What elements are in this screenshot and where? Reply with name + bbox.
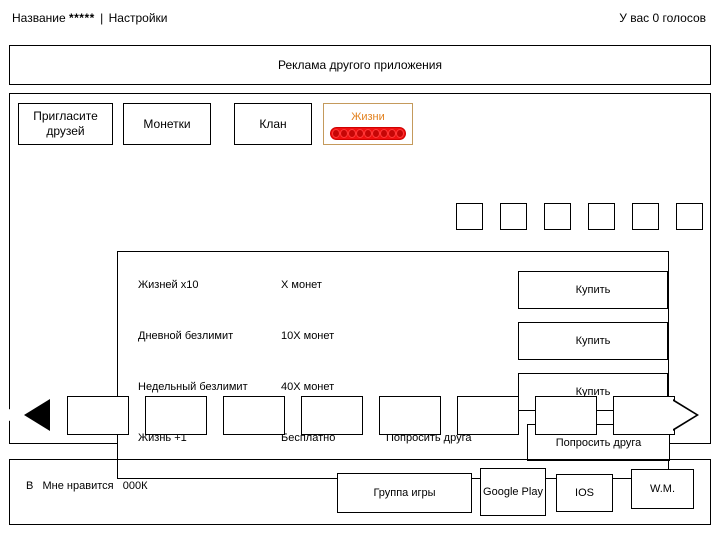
offer-name: Жизней х10 <box>138 279 199 291</box>
wm-button-label: W.M. <box>649 483 676 495</box>
lives-meter-icon <box>330 126 406 140</box>
main-frame: Пригласите друзей Монетки Клан Жизни Жиз… <box>0 93 711 479</box>
tab-lives-label: Жизни <box>351 110 385 123</box>
carousel-cell[interactable] <box>535 396 597 435</box>
triangle-left-icon[interactable] <box>0 399 50 431</box>
ad-banner-text: Реклама другого приложения <box>278 58 442 72</box>
google-play-button[interactable]: Google Play <box>480 468 546 516</box>
triangle-right-icon[interactable] <box>673 399 699 431</box>
wm-button[interactable]: W.M. <box>631 469 694 509</box>
footer-bar: В Мне нравится 000К Группа игры Google P… <box>9 459 711 525</box>
tab-invite-friends[interactable]: Пригласите друзей <box>18 103 113 145</box>
votes-balance: У вас 0 голосов <box>619 11 706 25</box>
slot-square-1[interactable] <box>456 203 483 230</box>
game-group-button-label: Группа игры <box>373 487 436 499</box>
tab-invite-friends-label: Пригласите друзей <box>33 109 98 138</box>
carousel <box>0 393 703 438</box>
title-bar: Название ***** | Настройки У вас 0 голос… <box>0 0 720 36</box>
offer-price: 40Х монет <box>281 381 335 393</box>
rating-stars: ***** <box>68 11 95 25</box>
offer-row: Жизней х10 Х монет Купить <box>118 263 668 314</box>
offers-panel: Жизней х10 Х монет Купить Дневной безлим… <box>117 251 670 479</box>
slot-square-3[interactable] <box>544 203 571 230</box>
ios-button[interactable]: IOS <box>556 474 613 512</box>
app-name: Название <box>12 11 66 25</box>
carousel-cell[interactable] <box>379 396 441 435</box>
google-play-button-label: Google Play <box>483 486 543 498</box>
carousel-cell[interactable] <box>457 396 519 435</box>
offer-price: 10Х монет <box>281 330 335 342</box>
carousel-cell[interactable] <box>145 396 207 435</box>
carousel-cell[interactable] <box>223 396 285 435</box>
ad-banner[interactable]: Реклама другого приложения <box>9 45 711 85</box>
app-title-group: Название ***** | Настройки <box>12 11 167 25</box>
offer-price: Х монет <box>281 279 322 291</box>
carousel-cell[interactable] <box>67 396 129 435</box>
like-label: Мне нравится <box>42 480 114 492</box>
carousel-cell[interactable] <box>301 396 363 435</box>
slot-square-4[interactable] <box>588 203 615 230</box>
offer-name: Недельный безлимит <box>138 381 248 393</box>
slot-square-5[interactable] <box>632 203 659 230</box>
tab-coins[interactable]: Монетки <box>123 103 211 145</box>
carousel-cell[interactable] <box>613 396 675 435</box>
offer-buy-button-label: Купить <box>575 335 611 347</box>
tab-clan[interactable]: Клан <box>234 103 312 145</box>
slot-square-2[interactable] <box>500 203 527 230</box>
tab-coins-label: Монетки <box>143 116 191 131</box>
game-group-button[interactable]: Группа игры <box>337 473 472 513</box>
tab-lives[interactable]: Жизни <box>323 103 413 145</box>
ios-button-label: IOS <box>575 487 594 499</box>
offer-buy-button[interactable]: Купить <box>518 271 668 309</box>
offer-row: Дневной безлимит 10Х монет Купить <box>118 314 668 365</box>
slot-square-6[interactable] <box>676 203 703 230</box>
offer-buy-button-label: Купить <box>575 284 611 296</box>
offer-name: Дневной безлимит <box>138 330 234 342</box>
vk-like-widget[interactable]: В Мне нравится 000К <box>26 480 148 492</box>
settings-link[interactable]: Настройки <box>109 11 168 25</box>
offer-ask-friend-button-label: Попросить друга <box>555 436 642 449</box>
tab-clan-label: Клан <box>259 116 287 131</box>
offer-buy-button[interactable]: Купить <box>518 322 668 360</box>
title-separator: | <box>100 11 104 25</box>
vk-logo-icon: В <box>26 480 34 492</box>
like-count: 000К <box>122 480 148 492</box>
